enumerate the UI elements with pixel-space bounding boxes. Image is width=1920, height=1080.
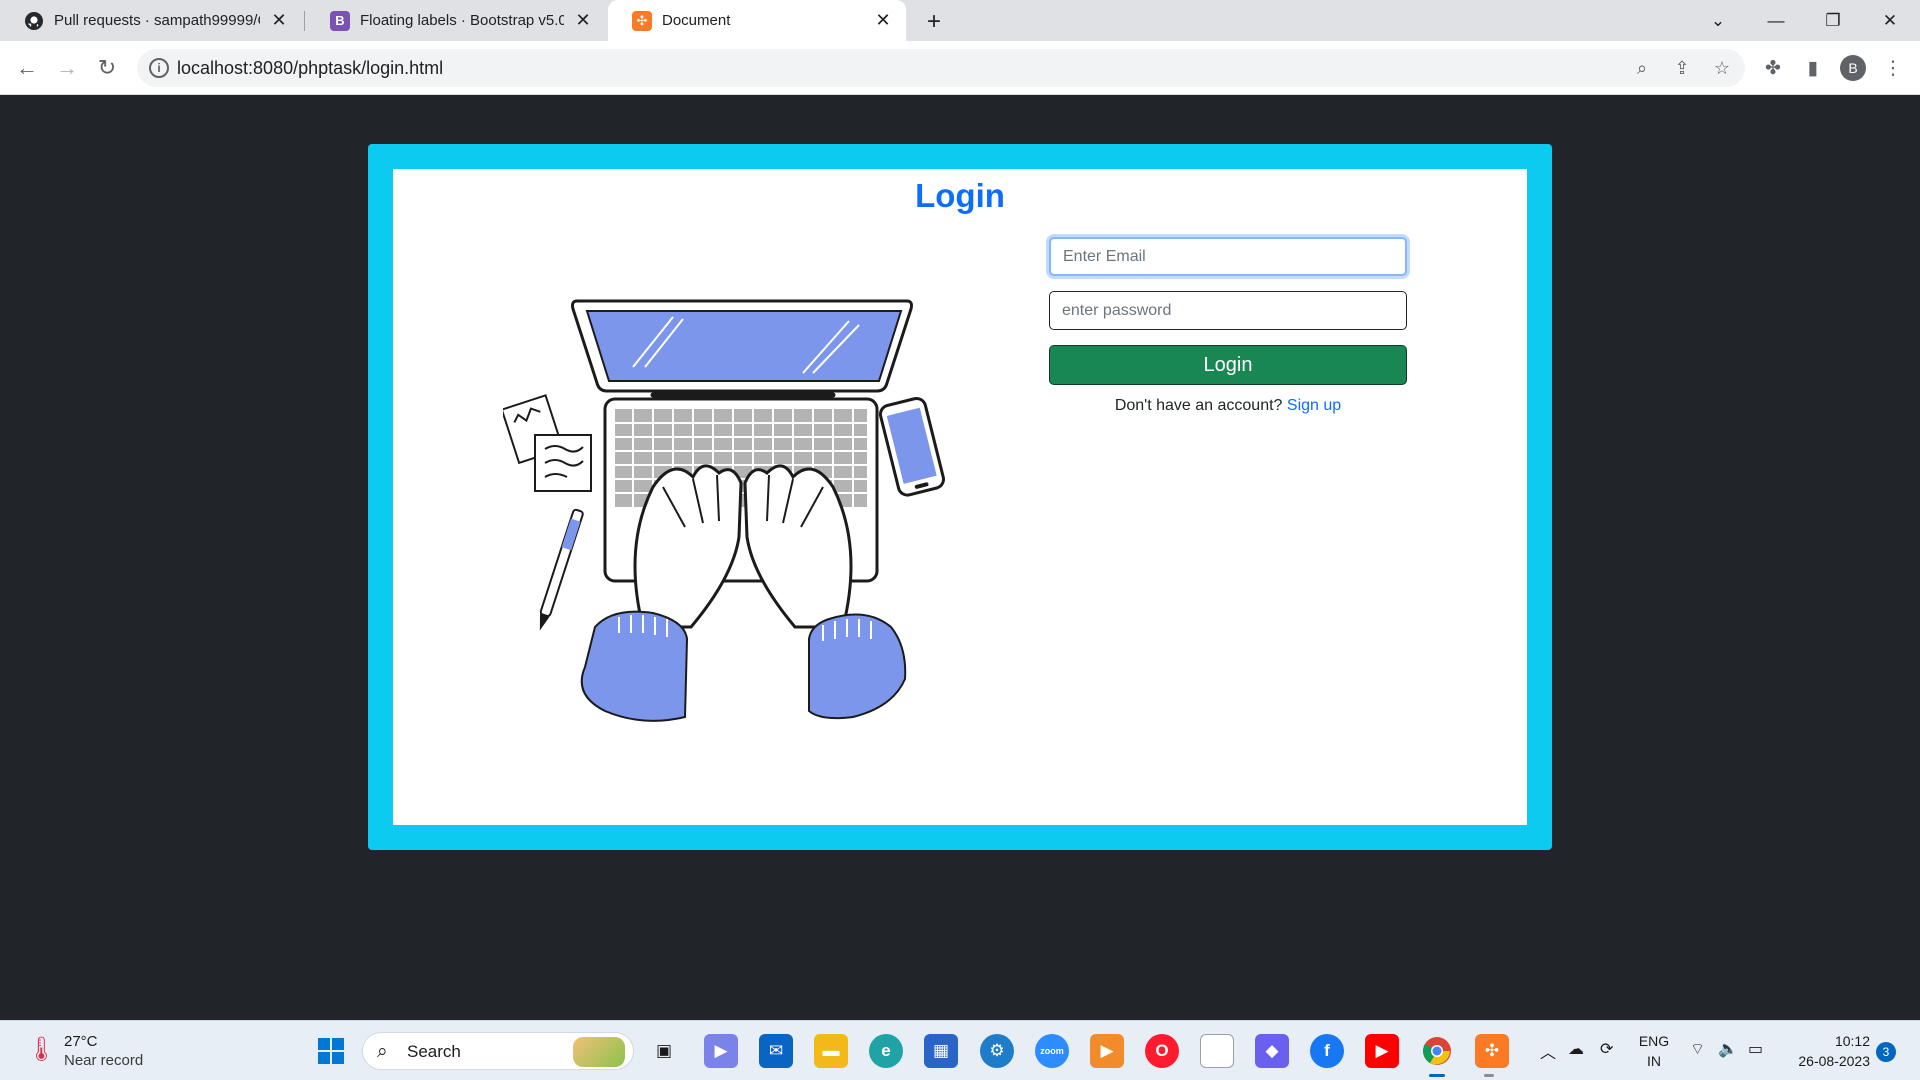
show-hidden-icons[interactable]: ︿ bbox=[1540, 1039, 1556, 1063]
video-app-icon[interactable]: ▶ bbox=[1090, 1034, 1124, 1068]
battery-icon[interactable]: ▭ bbox=[1748, 1039, 1763, 1059]
microsoft-store-icon[interactable]: ▦ bbox=[924, 1034, 958, 1068]
url-text[interactable]: localhost:8080/phptask/login.html bbox=[177, 49, 443, 87]
clock-time: 10:12 bbox=[1834, 1033, 1870, 1049]
taskbar: 🌡 27°C Near record ⌕ Search ▣ ▶ ✉ ▬ e ▦ … bbox=[0, 1020, 1920, 1080]
close-tab-icon[interactable]: ✕ bbox=[872, 10, 894, 32]
laptop-typing-illustration bbox=[503, 299, 946, 722]
forward-button[interactable]: → bbox=[49, 50, 85, 86]
new-tab-button[interactable]: + bbox=[918, 6, 950, 38]
search-label: Search bbox=[407, 1042, 461, 1061]
task-view-icon[interactable]: ▣ bbox=[647, 1034, 681, 1068]
side-panel-icon[interactable]: ▮ bbox=[1800, 55, 1826, 81]
tab-title: Floating labels · Bootstrap v5.0 bbox=[360, 12, 564, 29]
blank-file-icon[interactable] bbox=[1200, 1034, 1234, 1068]
reload-button[interactable]: ↻ bbox=[89, 50, 125, 86]
close-tab-icon[interactable]: ✕ bbox=[572, 10, 594, 32]
language-code: ENG bbox=[1638, 1033, 1670, 1049]
chrome-icon[interactable] bbox=[1420, 1034, 1454, 1068]
file-explorer-icon[interactable]: ▬ bbox=[814, 1034, 848, 1068]
tab-title: Pull requests · sampath99999/Co bbox=[54, 12, 260, 29]
tab-document[interactable]: ✣ Document ✕ bbox=[608, 0, 906, 41]
tab-divider bbox=[304, 11, 305, 31]
bookmark-star-icon[interactable]: ☆ bbox=[1711, 57, 1733, 79]
login-form: Login Don't have an account? Sign up bbox=[1049, 237, 1407, 415]
zoom-icon[interactable]: zoom bbox=[1035, 1034, 1069, 1068]
login-frame: Login Enter Email Login Don't have an ac… bbox=[368, 144, 1552, 850]
wifi-icon[interactable]: ⌔ bbox=[1690, 1039, 1705, 1059]
teams-chat-icon[interactable]: ▶ bbox=[704, 1034, 738, 1068]
weather-temp: 27°C bbox=[64, 1033, 98, 1050]
facebook-icon[interactable]: f bbox=[1310, 1034, 1344, 1068]
xampp-icon[interactable]: ✣ bbox=[1475, 1034, 1509, 1068]
edge-browser-icon[interactable]: e bbox=[869, 1034, 903, 1068]
signup-link[interactable]: Sign up bbox=[1287, 397, 1341, 414]
share-icon[interactable]: ⇪ bbox=[1671, 57, 1693, 79]
github-icon bbox=[24, 11, 44, 31]
page-title: Login bbox=[915, 177, 1005, 214]
tab-github[interactable]: Pull requests · sampath99999/Co ✕ bbox=[0, 0, 302, 41]
xampp-active-indicator bbox=[1484, 1074, 1494, 1077]
close-window-button[interactable]: ✕ bbox=[1862, 0, 1918, 41]
tab-search-button[interactable]: ⌄ bbox=[1690, 0, 1746, 41]
cloud-icon[interactable]: ☁ bbox=[1568, 1039, 1584, 1059]
thermometer-icon: 🌡 bbox=[26, 1036, 57, 1063]
browser-toolbar: ← → ↻ i localhost:8080/phptask/login.htm… bbox=[0, 41, 1920, 95]
chrome-active-indicator bbox=[1429, 1074, 1445, 1077]
bootstrap-icon: B bbox=[330, 10, 350, 31]
extensions-icon[interactable]: ✤ bbox=[1760, 55, 1786, 81]
minimize-button[interactable]: — bbox=[1748, 0, 1804, 41]
profile-avatar[interactable]: B bbox=[1840, 55, 1866, 81]
clock-date: 26-08-2023 bbox=[1798, 1053, 1870, 1069]
sync-icon[interactable]: ⟳ bbox=[1600, 1039, 1613, 1059]
tab-title: Document bbox=[662, 12, 731, 29]
back-button[interactable]: ← bbox=[9, 50, 45, 86]
copilot-icon[interactable]: ◆ bbox=[1255, 1034, 1289, 1068]
opera-icon[interactable]: O bbox=[1145, 1034, 1179, 1068]
volume-icon[interactable]: 🔈 bbox=[1718, 1039, 1738, 1059]
clock[interactable]: 10:12 26-08-2023 bbox=[1780, 1031, 1870, 1071]
weather-desc: Near record bbox=[64, 1052, 144, 1069]
email-field[interactable] bbox=[1049, 237, 1407, 276]
menu-icon[interactable]: ⋮ bbox=[1880, 55, 1906, 81]
start-button[interactable] bbox=[314, 1034, 348, 1068]
mail-icon[interactable]: ✉ bbox=[759, 1034, 793, 1068]
signup-prompt-text: Don't have an account? bbox=[1114, 397, 1283, 414]
login-button[interactable]: Login bbox=[1049, 345, 1407, 385]
xampp-icon: ✣ bbox=[632, 10, 652, 31]
site-info-icon[interactable]: i bbox=[149, 58, 169, 78]
search-highlight-image bbox=[573, 1037, 625, 1067]
password-field[interactable] bbox=[1049, 291, 1407, 330]
steam-icon[interactable]: ⚙ bbox=[980, 1034, 1014, 1068]
notification-badge[interactable]: 3 bbox=[1876, 1042, 1896, 1062]
region-code: IN bbox=[1647, 1053, 1661, 1069]
zoom-icon[interactable]: ⌕ bbox=[1631, 57, 1653, 79]
youtube-icon[interactable]: ▶ bbox=[1365, 1034, 1399, 1068]
signup-prompt: Don't have an account? Sign up bbox=[1049, 397, 1407, 415]
tab-bootstrap[interactable]: B Floating labels · Bootstrap v5.0 ✕ bbox=[306, 0, 606, 41]
page-viewport: Login Enter Email Login Don't have an ac… bbox=[0, 96, 1920, 1020]
login-card: Login Enter Email Login Don't have an ac… bbox=[393, 169, 1527, 825]
taskbar-search[interactable]: ⌕ Search bbox=[362, 1032, 634, 1070]
address-bar[interactable]: i localhost:8080/phptask/login.html ⌕ ⇪ … bbox=[137, 49, 1745, 87]
language-indicator[interactable]: ENG IN bbox=[1634, 1031, 1674, 1071]
close-tab-icon[interactable]: ✕ bbox=[268, 10, 290, 32]
weather-widget[interactable]: 🌡 27°C Near record bbox=[26, 1031, 186, 1073]
search-icon: ⌕ bbox=[377, 1041, 388, 1062]
tab-bar: Pull requests · sampath99999/Co ✕ B Floa… bbox=[0, 0, 1920, 41]
restore-button[interactable]: ❐ bbox=[1805, 0, 1861, 41]
